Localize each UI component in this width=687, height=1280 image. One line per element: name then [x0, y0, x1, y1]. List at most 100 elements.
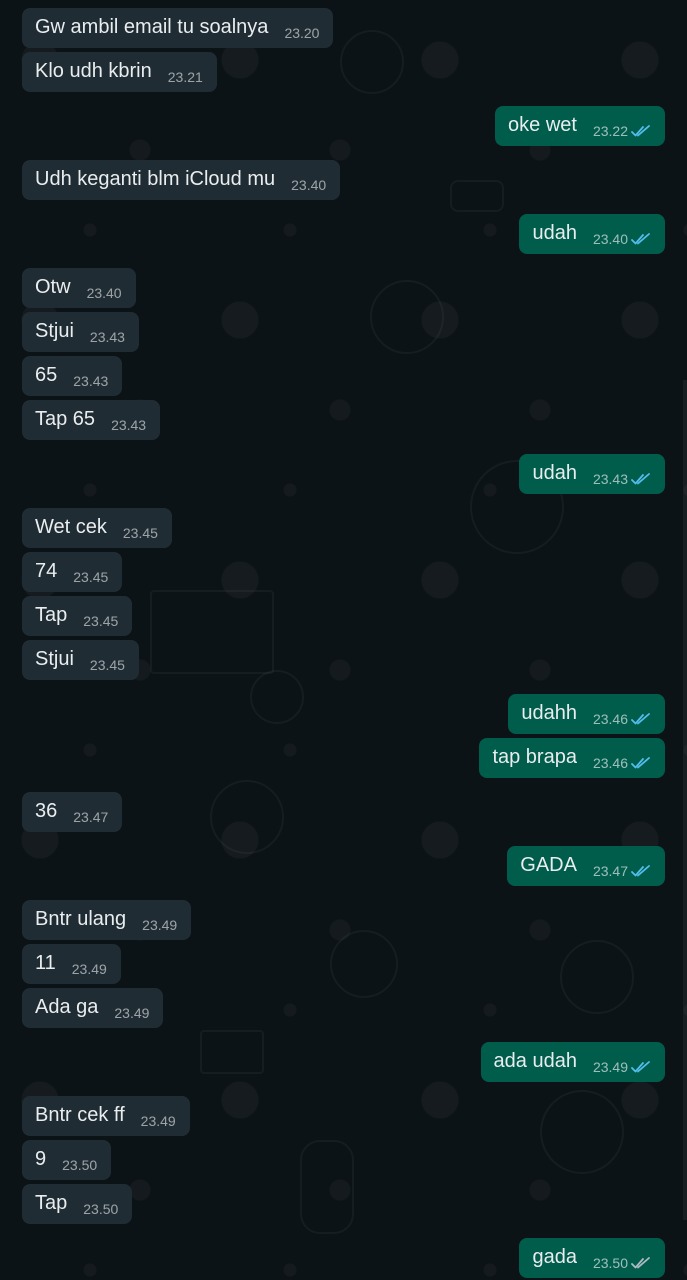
message-time: 23.43 [89, 329, 125, 345]
message-text: Stjui [35, 648, 74, 670]
incoming-message-bubble[interactable]: Tap 65 23.43 [22, 400, 161, 440]
incoming-message-bubble[interactable]: Bntr ulang 23.49 [22, 900, 192, 940]
message-time: 23.43 [111, 417, 147, 433]
message-text: 36 [35, 800, 58, 822]
message-row: Gw ambil email tu soalnya 23.20 [0, 8, 687, 48]
outgoing-message-bubble[interactable]: tap brapa 23.46 [479, 738, 665, 778]
message-time: 23.49 [592, 1059, 628, 1075]
message-row: 65 23.43 [0, 356, 687, 396]
message-row: Otw 23.40 [0, 268, 687, 308]
message-text: udahh [521, 702, 577, 724]
message-time: 23.50 [592, 1255, 628, 1271]
outgoing-message-bubble[interactable]: udah 23.40 [519, 214, 665, 254]
read-double-check-icon [631, 473, 650, 485]
read-double-check-icon [631, 865, 650, 877]
message-meta: 23.45 [73, 567, 108, 587]
message-row: 11 23.49 [0, 944, 687, 984]
incoming-message-bubble[interactable]: Tap 23.50 [22, 1184, 133, 1224]
message-text: Udh keganti blm iCloud mu [35, 168, 276, 190]
incoming-message-bubble[interactable]: Ada ga 23.49 [22, 988, 164, 1028]
message-row: 74 23.45 [0, 552, 687, 592]
read-double-check-icon [631, 125, 650, 137]
message-time: 23.45 [83, 613, 119, 629]
message-meta: 23.21 [168, 67, 203, 87]
message-text: 9 [35, 1148, 47, 1170]
message-meta: 23.46 [593, 709, 651, 729]
incoming-message-bubble[interactable]: Tap 23.45 [22, 596, 133, 636]
message-time: 23.40 [86, 285, 122, 301]
message-time: 23.47 [592, 863, 628, 879]
incoming-message-bubble[interactable]: Klo udh kbrin 23.21 [22, 52, 217, 92]
chat-background: Gw ambil email tu soalnya 23.20 Klo udh kb… [0, 0, 687, 1280]
message-text: Stjui [35, 320, 74, 342]
incoming-message-bubble[interactable]: 74 23.45 [22, 552, 123, 592]
outgoing-message-bubble[interactable]: GADA 23.47 [507, 846, 665, 886]
incoming-message-bubble[interactable]: Otw 23.40 [22, 268, 136, 308]
message-row: udahh 23.46 [0, 694, 687, 734]
message-text: Tap [35, 604, 68, 626]
message-meta: 23.40 [291, 175, 326, 195]
outgoing-message-bubble[interactable]: udahh 23.46 [508, 694, 665, 734]
message-meta: 23.20 [284, 23, 319, 43]
read-double-check-icon [631, 757, 650, 769]
message-row: udah 23.43 [0, 454, 687, 494]
message-row: oke wet 23.22 [0, 106, 687, 146]
incoming-message-bubble[interactable]: 9 23.50 [22, 1140, 112, 1180]
read-double-check-icon [631, 1061, 650, 1073]
message-time: 23.49 [140, 1113, 176, 1129]
message-meta: 23.49 [141, 1111, 176, 1131]
message-row: udah 23.40 [0, 214, 687, 254]
message-text: GADA [520, 854, 577, 876]
message-time: 23.22 [592, 123, 628, 139]
message-text: Bntr cek ff [35, 1104, 125, 1126]
message-meta: 23.49 [142, 915, 177, 935]
message-time: 23.43 [592, 471, 628, 487]
message-row: Stjui 23.43 [0, 312, 687, 352]
message-row: Stjui 23.45 [0, 640, 687, 680]
message-row: Bntr ulang 23.49 [0, 900, 687, 940]
read-double-check-icon [631, 713, 650, 725]
incoming-message-bubble[interactable]: Udh keganti blm iCloud mu 23.40 [22, 160, 341, 200]
message-time: 23.49 [142, 917, 178, 933]
message-text: Otw [35, 276, 71, 298]
message-text: Gw ambil email tu soalnya [35, 16, 269, 38]
message-time: 23.45 [73, 569, 109, 585]
message-text: udah [532, 222, 577, 244]
message-time: 23.49 [71, 961, 107, 977]
message-text: ada udah [493, 1050, 577, 1072]
incoming-message-bubble[interactable]: Gw ambil email tu soalnya 23.20 [22, 8, 334, 48]
message-time: 23.21 [167, 69, 203, 85]
incoming-message-bubble[interactable]: 65 23.43 [22, 356, 123, 396]
message-text: Wet cek [35, 516, 107, 538]
outgoing-message-bubble[interactable]: udah 23.43 [519, 454, 665, 494]
incoming-message-bubble[interactable]: 11 23.49 [22, 944, 121, 984]
incoming-message-bubble[interactable]: 36 23.47 [22, 792, 123, 832]
message-meta: 23.49 [593, 1057, 651, 1077]
message-time: 23.50 [83, 1201, 119, 1217]
message-meta: 23.45 [90, 655, 125, 675]
message-row: Wet cek 23.45 [0, 508, 687, 548]
message-time: 23.40 [291, 177, 327, 193]
incoming-message-bubble[interactable]: Stjui 23.45 [22, 640, 139, 680]
message-row: Udh keganti blm iCloud mu 23.40 [0, 160, 687, 200]
incoming-message-bubble[interactable]: Wet cek 23.45 [22, 508, 172, 548]
message-meta: 23.50 [83, 1199, 118, 1219]
message-text: Klo udh kbrin [35, 60, 152, 82]
message-meta: 23.22 [593, 121, 651, 141]
message-time: 23.46 [592, 711, 628, 727]
incoming-message-bubble[interactable]: Stjui 23.43 [22, 312, 139, 352]
message-meta: 23.45 [123, 523, 158, 543]
message-meta: 23.49 [72, 959, 107, 979]
delivered-double-check-icon [631, 1257, 650, 1269]
message-text: Tap 65 [35, 408, 96, 430]
message-text: gada [532, 1246, 577, 1268]
incoming-message-bubble[interactable]: Bntr cek ff 23.49 [22, 1096, 190, 1136]
message-text: Ada ga [35, 996, 99, 1018]
message-time: 23.40 [592, 231, 628, 247]
outgoing-message-bubble[interactable]: gada 23.50 [519, 1238, 665, 1278]
message-meta: 23.40 [87, 283, 122, 303]
outgoing-message-bubble[interactable]: ada udah 23.49 [480, 1042, 665, 1082]
message-text: oke wet [508, 114, 577, 136]
outgoing-message-bubble[interactable]: oke wet 23.22 [495, 106, 665, 146]
message-row: Tap 23.50 [0, 1184, 687, 1224]
